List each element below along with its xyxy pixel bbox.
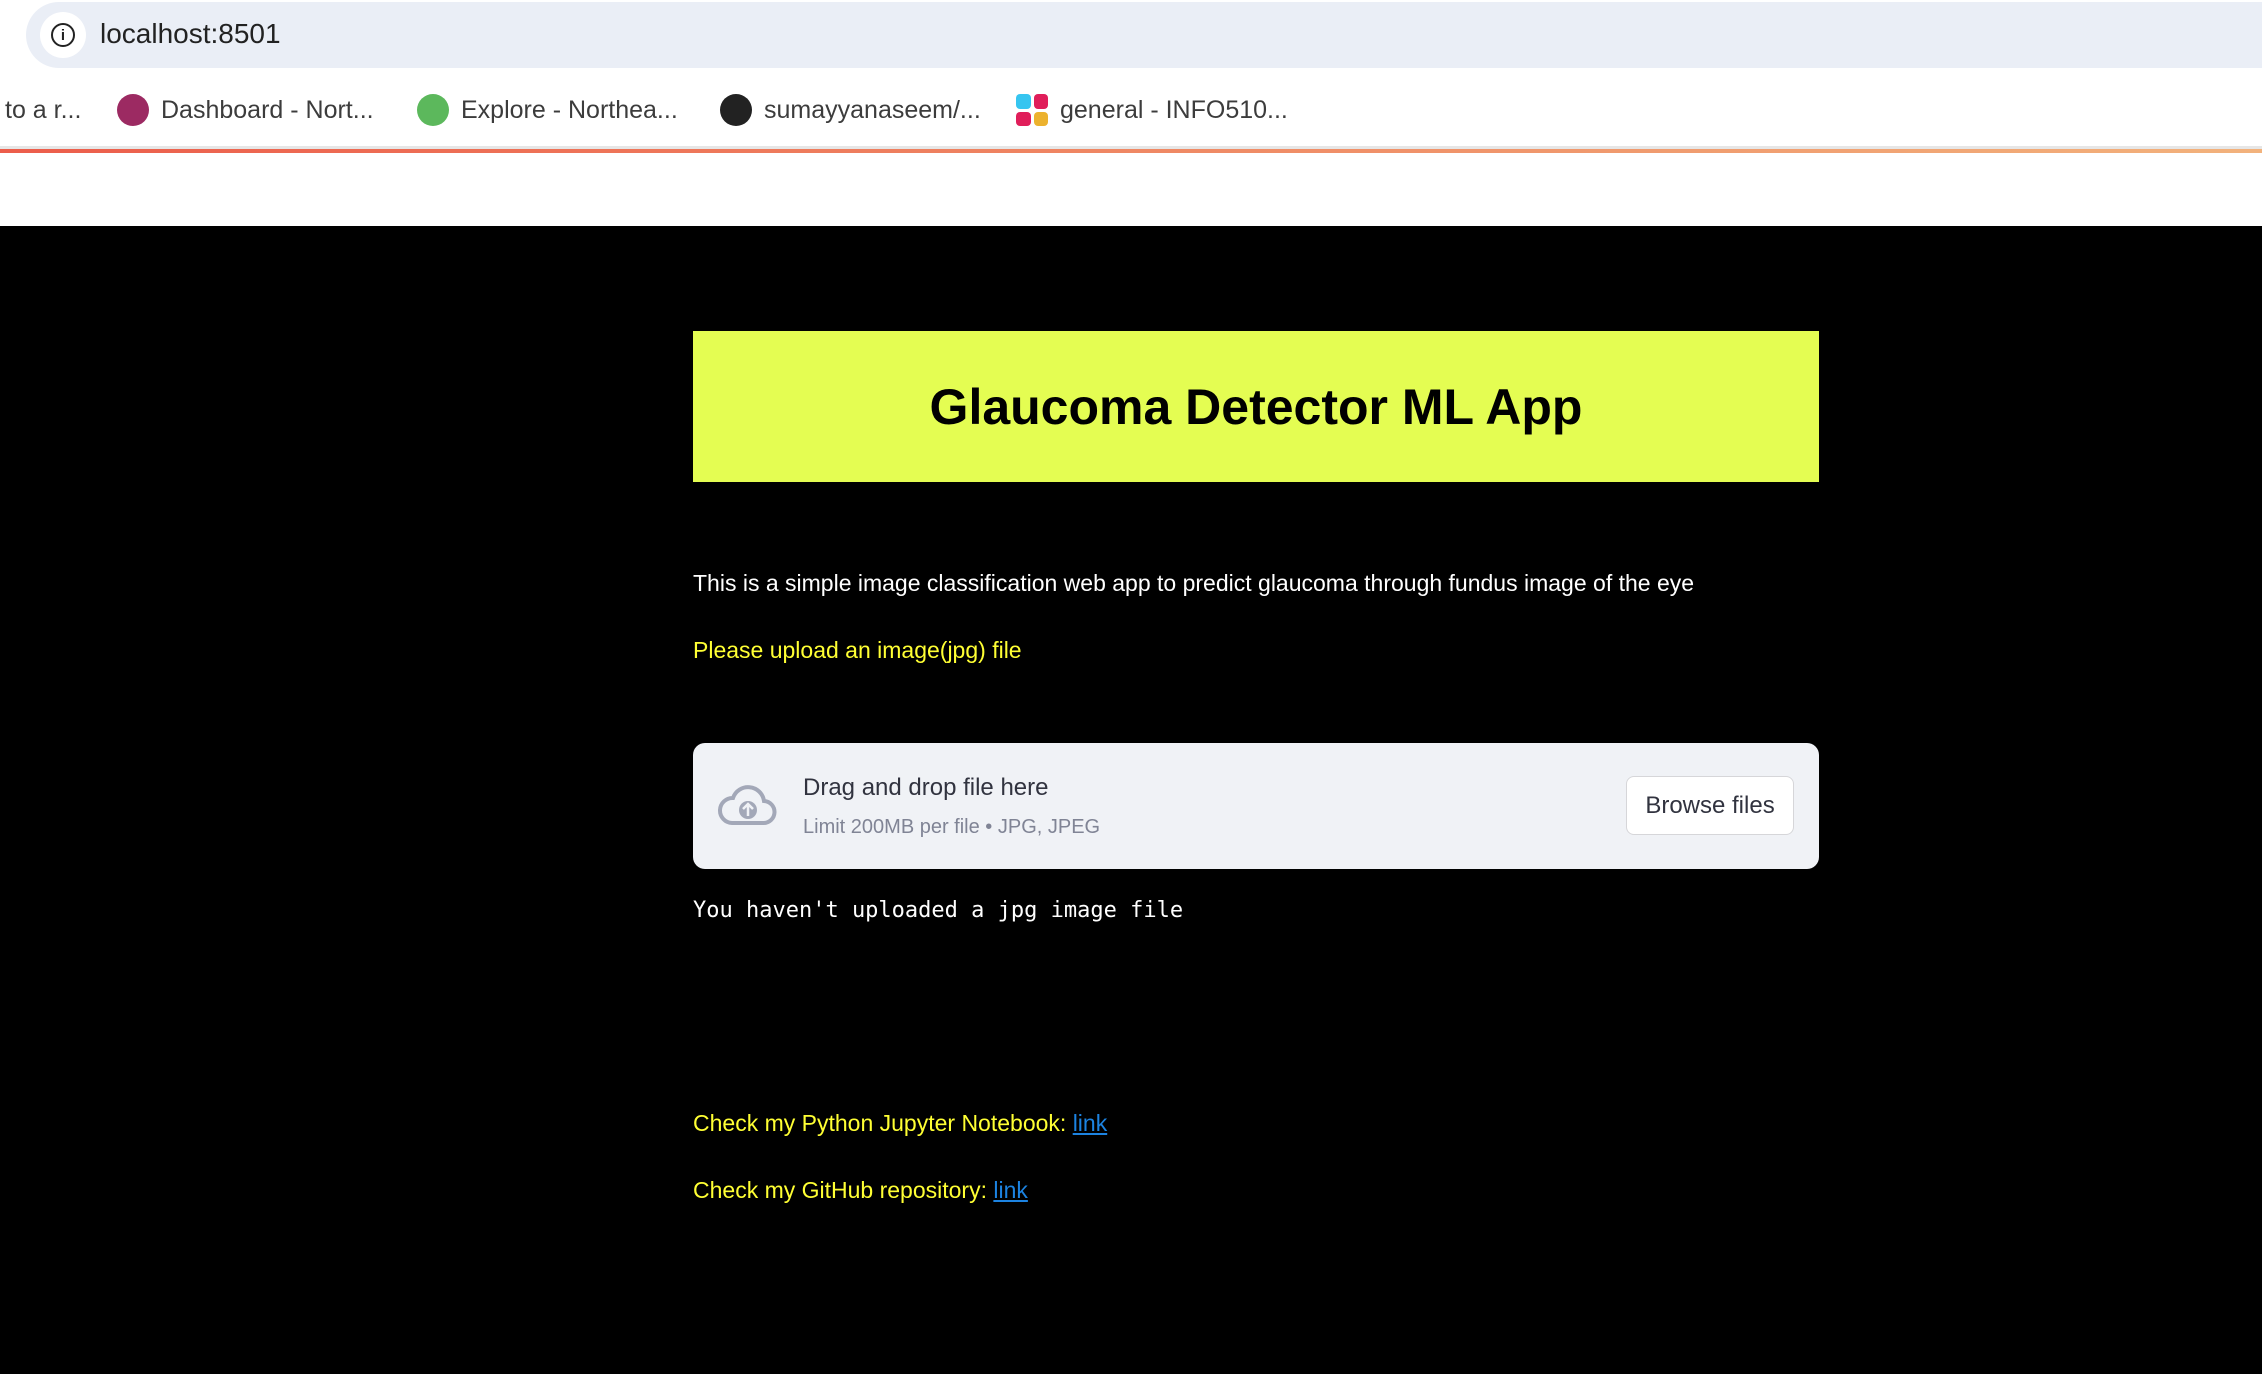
- site-info-icon[interactable]: i: [40, 12, 86, 58]
- status-message: You haven't uploaded a jpg image file: [693, 898, 1184, 923]
- upload-prompt: Please upload an image(jpg) file: [693, 637, 1022, 663]
- browser-chrome: i localhost:8501 to a r... Dashboard - N…: [0, 0, 2262, 226]
- file-limit-text: Limit 200MB per file • JPG, JPEG: [803, 816, 1101, 838]
- bookmark-label: to a r...: [5, 95, 82, 124]
- drag-drop-text: Drag and drop file here: [803, 774, 1049, 801]
- github-label: Check my GitHub repository:: [693, 1177, 994, 1203]
- url-text[interactable]: localhost:8501: [100, 18, 281, 50]
- page-title: Glaucoma Detector ML App: [929, 378, 1583, 435]
- github-link[interactable]: link: [993, 1177, 1028, 1203]
- github-line: Check my GitHub repository: link: [693, 1177, 1028, 1204]
- address-bar[interactable]: i localhost:8501: [26, 2, 2262, 68]
- bookmark-label: Explore - Northea...: [461, 95, 678, 124]
- bookmark-label: general - INFO510...: [1060, 95, 1288, 124]
- notebook-line: Check my Python Jupyter Notebook: link: [693, 1110, 1107, 1137]
- cloud-upload-icon: [718, 785, 777, 825]
- bookmark-dashboard[interactable]: Dashboard - Nort...: [117, 92, 374, 128]
- github-icon: [720, 94, 752, 126]
- notebook-link[interactable]: link: [1073, 1110, 1108, 1136]
- bookmark-github[interactable]: sumayyanaseem/...: [720, 92, 981, 128]
- bookmark-label: Dashboard - Nort...: [161, 95, 374, 124]
- streamlit-decoration-bar: [0, 149, 2262, 153]
- bookmark-slack[interactable]: general - INFO510...: [1016, 92, 1288, 128]
- notebook-label: Check my Python Jupyter Notebook:: [693, 1110, 1073, 1136]
- description: This is a simple image classification we…: [693, 570, 1695, 596]
- bookmark-0[interactable]: to a r...: [5, 92, 81, 128]
- explore-icon: [417, 94, 449, 126]
- dashboard-icon: [117, 94, 149, 126]
- file-uploader-dropzone[interactable]: Drag and drop file here Limit 200MB per …: [693, 743, 1819, 869]
- bookmark-explore[interactable]: Explore - Northea...: [417, 92, 678, 128]
- slack-icon: [1016, 94, 1048, 126]
- bookmark-label: sumayyanaseem/...: [764, 95, 981, 124]
- title-banner: Glaucoma Detector ML App: [693, 331, 1819, 482]
- browse-files-button[interactable]: Browse files: [1626, 776, 1794, 835]
